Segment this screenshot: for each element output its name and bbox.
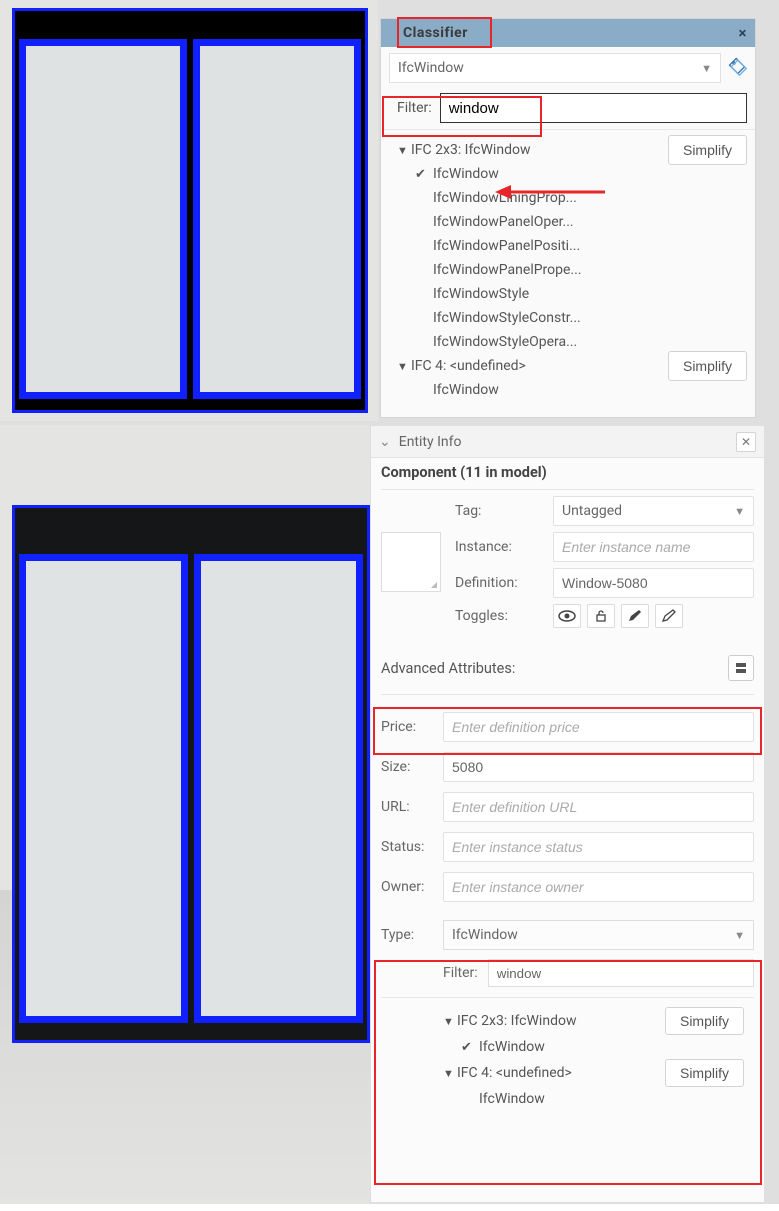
window-model: [12, 505, 370, 1043]
close-icon[interactable]: ×: [739, 24, 747, 42]
tree-item[interactable]: IfcWindowStyle: [397, 282, 747, 306]
tree-item-label: IfcWindowPanelPositi...: [433, 238, 580, 254]
close-icon[interactable]: ✕: [736, 432, 756, 452]
tree-item-label: IfcWindowStyleConstr...: [433, 310, 581, 326]
entity-info-panel: ⌄ Entity Info ✕ Component (11 in model) …: [370, 425, 765, 1203]
tag-select[interactable]: Untagged ▼: [553, 496, 754, 526]
filter-label: Filter:: [397, 100, 432, 116]
simplify-button[interactable]: Simplify: [665, 1059, 744, 1087]
caret-icon[interactable]: ▼: [443, 1067, 453, 1080]
tree-item-label: IfcWindow: [479, 1039, 545, 1055]
tree-item-label: IfcWindowStyleOpera...: [433, 334, 577, 350]
price-label: Price:: [381, 719, 433, 735]
instance-label: Instance:: [455, 539, 543, 555]
tree-item[interactable]: IfcWindowPanelOper...: [397, 210, 747, 234]
definition-label: Definition:: [455, 575, 543, 591]
tree-item-label: IfcWindow: [479, 1091, 545, 1107]
classifier-panel: Classifier × IfcWindow ▼ Filter: ▼ IFC 2…: [380, 18, 756, 418]
owner-input[interactable]: [443, 872, 754, 902]
filter-label: Filter:: [443, 965, 478, 981]
viewport: [0, 425, 370, 1204]
visibility-toggle[interactable]: [553, 604, 581, 628]
ifc-type-select[interactable]: IfcWindow ▼: [389, 53, 721, 83]
size-label: Size:: [381, 759, 433, 775]
panel-header[interactable]: ⌄ Entity Info ✕: [371, 426, 764, 458]
status-label: Status:: [381, 839, 433, 855]
panel-titlebar[interactable]: Classifier ×: [381, 19, 755, 47]
tree-item-label: IfcWindow: [433, 382, 499, 398]
component-line: Component (11 in model): [371, 458, 764, 489]
instance-input[interactable]: [553, 532, 754, 562]
panel-title: Classifier: [403, 25, 468, 41]
tree-item[interactable]: IfcWindowPanelPositi...: [397, 234, 747, 258]
type-label: Type:: [381, 927, 433, 943]
type-value: IfcWindow: [452, 927, 518, 943]
window-pane: [19, 554, 188, 1023]
owner-label: Owner:: [381, 879, 433, 895]
type-filter-input[interactable]: [488, 959, 754, 987]
chevron-down-icon: ⌄: [379, 434, 391, 450]
edit-toggle[interactable]: [621, 604, 649, 628]
tree-item-label: IfcWindow: [433, 166, 499, 182]
definition-input[interactable]: [553, 568, 754, 598]
tree-item[interactable]: ✔ IfcWindow: [443, 1034, 744, 1060]
simplify-button[interactable]: Simplify: [665, 1007, 744, 1035]
hide-rest-toggle[interactable]: [655, 604, 683, 628]
simplify-button[interactable]: Simplify: [668, 351, 747, 381]
tree-item-label: IfcWindowPanelPrope...: [433, 262, 582, 278]
chevron-down-icon: ▼: [734, 505, 745, 518]
chevron-down-icon: ▼: [734, 929, 745, 942]
price-input[interactable]: [443, 712, 754, 742]
filter-input[interactable]: [440, 93, 747, 123]
caret-icon[interactable]: ▼: [397, 144, 407, 157]
check-icon: ✔: [461, 1040, 475, 1055]
caret-icon[interactable]: ▼: [443, 1015, 453, 1028]
tag-value: Untagged: [562, 503, 622, 519]
window-pane: [194, 554, 363, 1023]
window-model: [12, 8, 368, 413]
toggles-label: Toggles:: [455, 608, 543, 624]
url-label: URL:: [381, 799, 433, 815]
tree-group-header: IFC 2x3: IfcWindow: [457, 1013, 576, 1029]
window-pane: [19, 39, 187, 399]
chevron-down-icon: ▼: [701, 62, 712, 75]
lock-toggle[interactable]: [587, 604, 615, 628]
url-input[interactable]: [443, 792, 754, 822]
collapse-button[interactable]: [728, 655, 754, 681]
tag-label: Tag:: [455, 503, 543, 519]
tree-item[interactable]: IfcWindowPanelPrope...: [397, 258, 747, 282]
caret-icon[interactable]: ▼: [397, 360, 407, 373]
type-tree: ▼ IFC 2x3: IfcWindow Simplify ✔ IfcWindo…: [381, 1004, 754, 1112]
simplify-button[interactable]: Simplify: [668, 135, 747, 165]
tree-item[interactable]: IfcWindowStyleConstr...: [397, 306, 747, 330]
thumbnail[interactable]: [381, 532, 441, 592]
window-pane: [193, 39, 361, 399]
tree-item-label: IfcWindowStyle: [433, 286, 529, 302]
viewport: [0, 0, 378, 421]
status-input[interactable]: [443, 832, 754, 862]
ifc-type-value: IfcWindow: [398, 60, 464, 76]
check-icon: ✔: [415, 167, 429, 182]
tree-group-header: IFC 4: <undefined>: [411, 358, 526, 374]
tree-item[interactable]: IfcWindow: [443, 1086, 744, 1112]
size-input[interactable]: [443, 752, 754, 782]
tree-item[interactable]: IfcWindow: [397, 378, 747, 402]
tree-group-header: IFC 2x3: IfcWindow: [411, 142, 530, 158]
type-select[interactable]: IfcWindow ▼: [443, 920, 754, 950]
tree-group-header: IFC 4: <undefined>: [457, 1065, 572, 1081]
classifier-tree: ▼ IFC 2x3: IfcWindow Simplify ✔ IfcWindo…: [381, 130, 755, 410]
tag-icon[interactable]: [727, 55, 747, 81]
advanced-attributes-header: Advanced Attributes:: [381, 660, 515, 677]
tree-item-label: IfcWindowPanelOper...: [433, 214, 574, 230]
panel-title: Entity Info: [399, 434, 462, 450]
